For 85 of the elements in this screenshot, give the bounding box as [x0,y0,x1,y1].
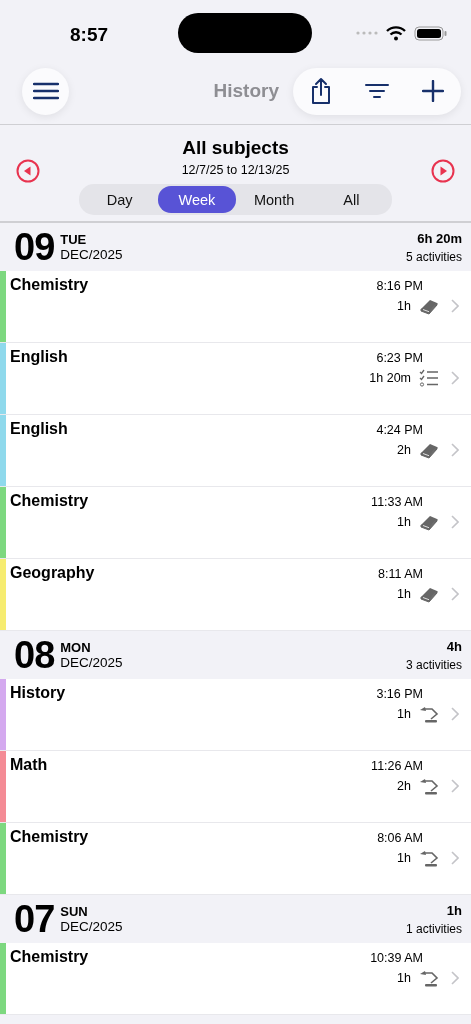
total-duration: 4h [446,638,462,654]
period-tab[interactable]: Month [235,186,313,213]
chevron-icon [451,515,459,529]
activity-duration: 1h [397,707,411,721]
activity-count: 3 activities [405,657,462,672]
activity-time: 8:06 AM [377,831,423,845]
activity-row[interactable]: Chemistry 8:06 AM 1h [0,823,471,895]
subject-name: Chemistry [10,492,89,510]
activity-duration: 1h 20m [369,371,411,385]
day-number: 07 [14,897,55,941]
activity-time: 4:24 PM [376,423,423,437]
activity-duration: 1h [397,299,411,313]
activity-time: 8:11 AM [378,567,423,581]
subject-name: Chemistry [10,276,89,294]
plus-icon [422,80,445,102]
weekday: SUN [60,904,89,919]
weekday: TUE [60,232,88,247]
activity-row[interactable]: Chemistry 11:33 AM 1h [0,487,471,559]
filter-button[interactable] [363,81,391,101]
activity-time: 6:23 PM [376,351,423,365]
date-range: 12/7/25 to 12/13/25 [181,163,290,177]
chevron-icon [451,371,459,385]
menu-button[interactable] [22,67,69,115]
total-duration: 1h [446,902,462,918]
activity-time: 11:26 AM [371,759,423,773]
book-icon [419,513,439,531]
activity-row[interactable]: Chemistry 8:16 PM 1h [0,271,471,343]
filter-icon [365,83,389,99]
share-icon [309,77,332,105]
day-number: 09 [14,225,55,269]
activity-time: 8:16 PM [376,279,423,293]
day-number: 08 [14,633,55,677]
subject-name: Math [10,756,48,774]
activity-row[interactable]: Chemistry 10:39 AM 1h [0,943,471,1015]
chevron-icon [451,851,459,865]
subject-name: Chemistry [10,948,89,966]
subject-name: Geography [10,564,95,582]
chevron-icon [451,971,459,985]
add-button[interactable] [420,78,447,104]
activity-duration: 1h [397,851,411,865]
book-icon [419,441,439,459]
activity-row[interactable]: English 6:23 PM 1h 20m [0,343,471,415]
activity-time: 11:33 AM [371,495,423,509]
chevron-icon [451,587,459,601]
month-year: DEC/2025 [60,247,123,262]
activity-row[interactable]: Math 11:26 AM 2h [0,751,471,823]
chevron-icon [451,299,459,313]
chevron-icon [451,707,459,721]
month-year: DEC/2025 [60,655,123,670]
activity-row[interactable]: Geography 8:11 AM 1h [0,559,471,631]
subject-name: English [10,348,68,366]
subject-name: English [10,420,68,438]
total-duration: 6h 20m [417,230,462,246]
activity-row[interactable]: English 4:24 PM 2h [0,415,471,487]
activity-duration: 1h [397,971,411,985]
subject-name: Chemistry [10,828,89,846]
period-title: All subjects [182,137,289,159]
screen-title: History [213,80,279,102]
menu-icon [32,82,59,100]
activity-count: 5 activities [405,249,462,264]
chevron-icon [451,443,459,457]
month-year: DEC/2025 [60,919,123,934]
signal-icon [356,31,378,35]
battery-icon [414,25,447,41]
activity-time: 10:39 AM [370,951,423,965]
activity-time: 3:16 PM [376,687,423,701]
chevron-icon [451,779,459,793]
activity-duration: 2h [397,443,411,457]
book-icon [419,297,439,315]
status-time: 8:57 [70,24,109,46]
weekday: MON [60,640,92,655]
period-tab[interactable]: Day [81,186,159,213]
activity-duration: 1h [397,515,411,529]
activity-duration: 1h [397,587,411,601]
checklist-icon [419,369,439,387]
activity-duration: 2h [397,779,411,793]
period-tab[interactable]: Week [158,186,236,213]
activity-row[interactable]: History 3:16 PM 1h [0,679,471,751]
wifi-icon [386,25,406,41]
subject-name: History [10,684,66,702]
period-tab[interactable]: All [312,186,390,213]
next-button[interactable] [431,159,455,183]
previous-button[interactable] [16,159,40,183]
activity-count: 1 activities [405,921,462,936]
book-icon [419,585,439,603]
